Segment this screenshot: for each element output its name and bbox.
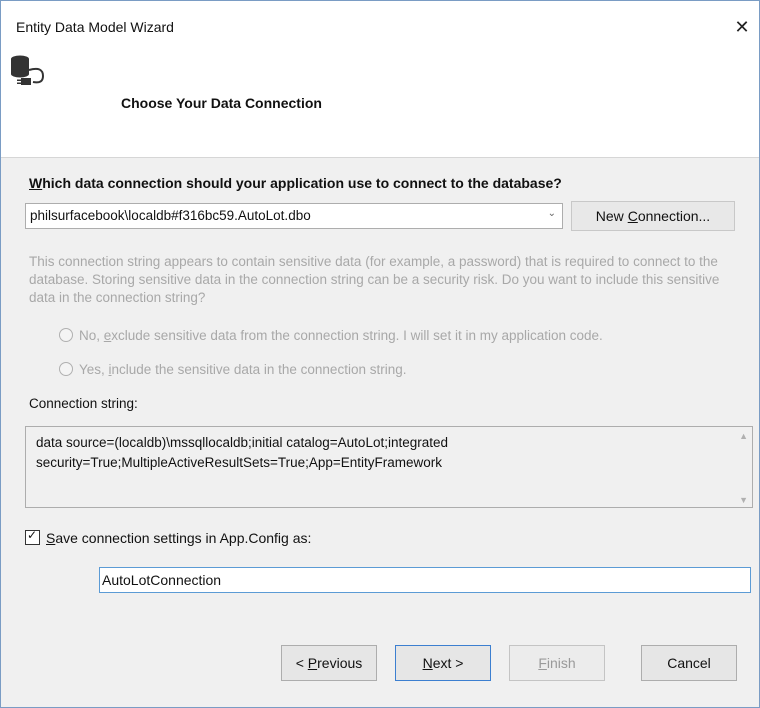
previous-button[interactable]: < Previous [281, 645, 377, 681]
connection-dropdown[interactable]: philsurfacebook\localdb#f316bc59.AutoLot… [25, 203, 563, 229]
radio-label: No, [79, 328, 104, 343]
next-button[interactable]: Next > [395, 645, 491, 681]
title-bar: Entity Data Model Wizard ✕ [1, 1, 759, 39]
sensitive-data-description: This connection string appears to contai… [29, 254, 720, 305]
radio-circle [59, 328, 73, 342]
new-connection-label: New [595, 208, 628, 224]
wizard-body: Which data connection should your applic… [1, 157, 759, 707]
window-title: Entity Data Model Wizard [16, 19, 174, 35]
finish-label-rest: inish [546, 655, 576, 671]
config-name-input[interactable] [99, 567, 751, 593]
scroll-down-icon[interactable]: ▼ [739, 495, 748, 505]
connection-string-value: data source=(localdb)\mssqllocaldb;initi… [36, 435, 449, 470]
new-connection-button[interactable]: New Connection... [571, 201, 735, 231]
save-settings-checkbox[interactable]: ✓ [25, 528, 40, 545]
wizard-header: Choose Your Data Connection [1, 39, 759, 157]
radio-circle [59, 362, 73, 376]
connection-string-textarea[interactable]: data source=(localdb)\mssqllocaldb;initi… [25, 426, 753, 508]
access-key: W [29, 175, 43, 191]
access-key: N [422, 655, 433, 671]
close-button[interactable]: ✕ [725, 13, 759, 41]
radio-label-rest: nclude the sensitive data in the connect… [111, 362, 407, 377]
save-settings-label: ave connection settings in App.Config as… [55, 530, 312, 546]
finish-button[interactable]: Finish [509, 645, 605, 681]
scroll-up-icon[interactable]: ▲ [739, 431, 748, 441]
cancel-button[interactable]: Cancel [641, 645, 737, 681]
chevron-down-icon: ⌄ [547, 208, 556, 219]
checkmark-icon: ✓ [27, 528, 38, 542]
radio-label-rest: xclude sensitive data from the connectio… [111, 328, 603, 343]
previous-label-rest: revious [317, 655, 363, 671]
new-connection-label-rest: onnection... [637, 208, 711, 224]
question-text: hich data connection should your applica… [42, 175, 562, 191]
access-key: P [307, 655, 318, 671]
save-settings-checkbox-row[interactable]: ✓ Save connection settings in App.Config … [25, 528, 312, 546]
connection-string-label: Connection string: [29, 396, 138, 411]
connection-question: Which data connection should your applic… [29, 175, 562, 191]
include-sensitive-radio[interactable]: Yes, include the sensitive data in the c… [59, 362, 406, 377]
exclude-sensitive-radio[interactable]: No, exclude sensitive data from the conn… [59, 328, 603, 343]
access-key: S [46, 530, 56, 546]
access-key: F [538, 655, 547, 671]
close-icon: ✕ [734, 17, 750, 37]
database-connection-icon [11, 55, 45, 85]
connection-dropdown-value: philsurfacebook\localdb#f316bc59.AutoLot… [30, 208, 311, 223]
radio-label: Yes, [79, 362, 109, 377]
access-key: C [627, 208, 638, 224]
page-heading: Choose Your Data Connection [121, 95, 322, 111]
previous-label: < [295, 655, 308, 671]
wizard-window: Entity Data Model Wizard ✕ Choose Your D… [0, 0, 760, 708]
next-label-rest: ext > [432, 655, 464, 671]
